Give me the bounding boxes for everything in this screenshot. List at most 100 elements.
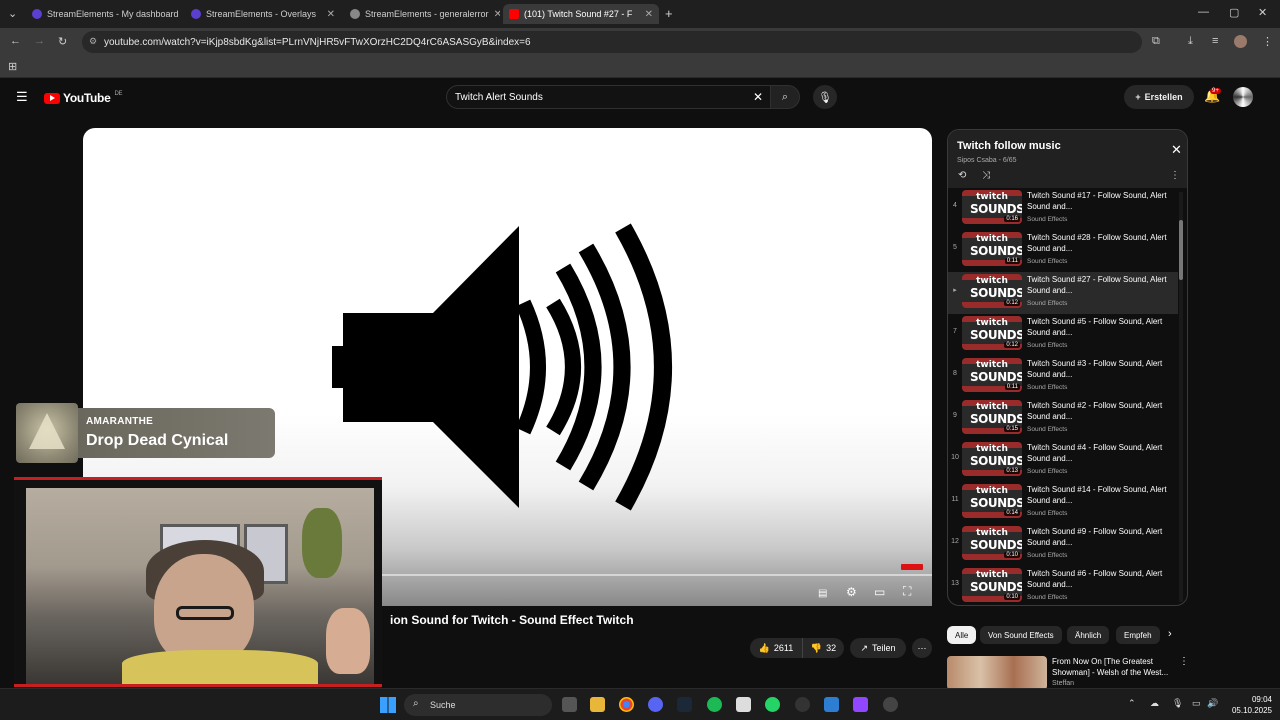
playlist-item-index: 10 (951, 454, 959, 461)
download-icon[interactable]: ⤓ (1188, 35, 1193, 48)
menu-icon[interactable]: ⋮ (1262, 35, 1273, 48)
onedrive-icon[interactable]: ☁ (1150, 698, 1159, 709)
playlist-thumbnail[interactable]: twitch SOUNDS 0:14 (962, 484, 1022, 518)
reading-list-icon[interactable]: ≡ (1212, 35, 1218, 47)
youtube-logo[interactable]: YouTube DE (44, 91, 122, 105)
playlist-item-channel: Sound Effects (1027, 216, 1068, 223)
playlist-item[interactable]: 11 twitch SOUNDS 0:14 Twitch Sound #14 - Fol… (948, 482, 1178, 524)
tab-dashboard[interactable]: StreamElements - My dashboard ✕ (26, 4, 182, 24)
playlist-thumbnail[interactable]: twitch SOUNDS 0:10 (962, 568, 1022, 602)
store-icon[interactable] (736, 697, 751, 712)
voice-search-button[interactable]: 🎙 (813, 85, 837, 109)
playlist-thumbnail[interactable]: twitch SOUNDS 0:13 (962, 442, 1022, 476)
profile-avatar[interactable] (1234, 35, 1247, 48)
like-button[interactable]: 👍 2611 (750, 638, 802, 658)
task-view-icon[interactable] (562, 697, 577, 712)
subtitles-icon[interactable]: ▤ (818, 588, 827, 599)
more-actions-button[interactable]: ⋯ (912, 638, 932, 658)
chevron-right-icon[interactable]: › (1168, 628, 1172, 640)
thumbnail-text-twitch: twitch (976, 276, 1008, 286)
playlist-title[interactable]: Twitch follow music (957, 140, 1061, 152)
playlist-thumbnail[interactable]: twitch SOUNDS 0:12 (962, 316, 1022, 350)
file-explorer-icon[interactable] (590, 697, 605, 712)
playlist-thumbnail[interactable]: twitch SOUNDS 0:16 (962, 190, 1022, 224)
recommended-thumbnail[interactable] (947, 656, 1047, 690)
maximize-icon[interactable]: ▢ (1229, 6, 1239, 19)
minimize-icon[interactable]: — (1198, 6, 1209, 18)
playlist-item[interactable]: 8 twitch SOUNDS 0:11 Twitch Sound #3 - Follo… (948, 356, 1178, 398)
tab-overlays[interactable]: StreamElements - Overlays ✕ (185, 4, 341, 24)
new-tab-icon[interactable]: + (665, 6, 673, 21)
recommendation-menu-icon[interactable]: ⋮ (1179, 656, 1189, 667)
playlist-item[interactable]: 12 twitch SOUNDS 0:10 Twitch Sound #9 - Foll… (948, 524, 1178, 566)
playlist-item[interactable]: 4 twitch SOUNDS 0:16 Twitch Sound #17 - Foll… (948, 188, 1178, 230)
search-input[interactable]: Twitch Alert Sounds ✕ (446, 85, 772, 109)
search-icon: ⌕ (781, 90, 789, 103)
account-avatar[interactable] (1233, 87, 1253, 107)
share-button[interactable]: ↗ Teilen (850, 638, 906, 658)
tab-list-icon[interactable]: ⌄ (8, 7, 17, 20)
apps-grid-icon[interactable]: ⊞ (8, 60, 17, 73)
volume-icon[interactable]: 🔊 (1207, 698, 1218, 709)
playlist-item-title: Twitch Sound #27 - Follow Sound, Alert S… (1027, 275, 1167, 295)
playlist-thumbnail[interactable]: twitch SOUNDS 0:15 (962, 400, 1022, 434)
create-button[interactable]: + Erstellen (1124, 85, 1194, 109)
close-tab-icon[interactable]: ✕ (645, 9, 653, 20)
start-icon[interactable] (380, 697, 396, 713)
close-playlist-icon[interactable]: ✕ (1171, 142, 1182, 158)
tray-chevron-icon[interactable]: ⌃ (1128, 698, 1136, 709)
spotify-icon[interactable] (707, 697, 722, 712)
clear-search-icon[interactable]: ✕ (753, 90, 763, 104)
playlist-menu-icon[interactable]: ⋮ (1170, 170, 1180, 181)
fullscreen-icon[interactable]: ⛶ (903, 584, 911, 599)
loop-icon[interactable]: ⟲ (958, 170, 966, 181)
tab-generalerror[interactable]: StreamElements - generalerror ✕ (344, 4, 500, 24)
streamelements-icon (32, 9, 42, 19)
discord-icon[interactable] (648, 697, 663, 712)
chip-from-channel[interactable]: Von Sound Effects (980, 626, 1062, 644)
search-button[interactable]: ⌕ (770, 85, 800, 109)
playlist-thumbnail[interactable]: twitch SOUNDS 0:11 (962, 358, 1022, 392)
taskbar-search[interactable]: ⌕ Suche (404, 694, 552, 716)
close-tab-icon[interactable]: ✕ (494, 9, 500, 20)
back-icon[interactable]: ← (10, 35, 21, 47)
steam-icon[interactable] (677, 697, 692, 712)
twitch-icon[interactable] (853, 697, 868, 712)
network-icon[interactable]: ▭ (1192, 698, 1201, 709)
extensions-icon[interactable]: ⧉ (1152, 35, 1160, 48)
tab-youtube[interactable]: (101) Twitch Sound #27 - F ✕ (503, 4, 659, 24)
chrome-icon[interactable] (619, 697, 634, 712)
vscode-icon[interactable] (824, 697, 839, 712)
reload-icon[interactable]: ↻ (58, 35, 67, 48)
chip-recommended[interactable]: Empfeh (1116, 626, 1160, 644)
theater-mode-icon[interactable]: ▭ (874, 585, 885, 599)
hamburger-menu-icon[interactable]: ☰ (16, 89, 28, 105)
site-info-icon[interactable]: ⚙ (89, 36, 97, 47)
forward-icon[interactable]: → (34, 35, 45, 47)
dislike-button[interactable]: 👎 32 (802, 638, 844, 658)
settings-gear-icon[interactable]: ⚙ (846, 585, 857, 599)
settings-app-icon[interactable] (883, 697, 898, 712)
streamer-shirt (122, 650, 318, 684)
chip-similar[interactable]: Ähnlich (1067, 626, 1110, 644)
obs-icon[interactable] (795, 697, 810, 712)
shuffle-icon[interactable]: ⤨ (982, 170, 990, 181)
close-window-icon[interactable]: ✕ (1258, 6, 1267, 19)
close-tab-icon[interactable]: ✕ (327, 9, 335, 20)
playlist-item[interactable]: 13 twitch SOUNDS 0:10 Twitch Sound #6 - Foll… (948, 566, 1178, 605)
playlist-thumbnail[interactable]: twitch SOUNDS 0:11 (962, 232, 1022, 266)
recommended-video[interactable]: From Now On [The Greatest Showman] - Wel… (947, 654, 1189, 690)
mic-tray-icon[interactable]: 🎙 (1172, 698, 1183, 709)
playlist-scrollbar-thumb[interactable] (1179, 220, 1183, 280)
whatsapp-icon[interactable] (765, 697, 780, 712)
playlist-item[interactable]: 10 twitch SOUNDS 0:13 Twitch Sound #4 - Foll… (948, 440, 1178, 482)
playlist-item[interactable]: 7 twitch SOUNDS 0:12 Twitch Sound #5 - Follo… (948, 314, 1178, 356)
url-field[interactable]: ⚙ youtube.com/watch?v=iKjp8sbdKg&list=PL… (82, 31, 1142, 53)
system-clock[interactable]: 09:04 05.10.2025 (1222, 694, 1272, 716)
playlist-item-current[interactable]: ▸ twitch SOUNDS 0:12 Twitch Sound #27 - Foll… (948, 272, 1178, 314)
playlist-item[interactable]: 9 twitch SOUNDS 0:15 Twitch Sound #2 - Follo… (948, 398, 1178, 440)
playlist-item[interactable]: 5 twitch SOUNDS 0:11 Twitch Sound #28 - Foll… (948, 230, 1178, 272)
playlist-thumbnail[interactable]: twitch SOUNDS 0:12 (962, 274, 1022, 308)
playlist-thumbnail[interactable]: twitch SOUNDS 0:10 (962, 526, 1022, 560)
chip-all[interactable]: Alle (947, 626, 977, 644)
